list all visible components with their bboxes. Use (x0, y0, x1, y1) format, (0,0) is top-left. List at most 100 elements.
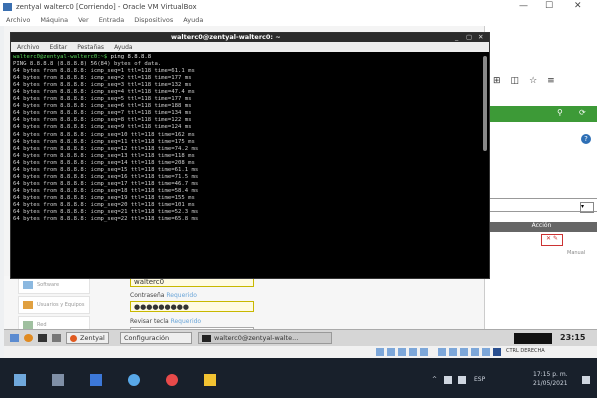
minimize-button[interactable]: — (519, 1, 528, 11)
terminal-menu-pestanas[interactable]: Pestañas (77, 44, 104, 51)
hdd-status-icon (376, 348, 384, 356)
menu-maquina[interactable]: Máquina (40, 16, 68, 24)
network-icon (23, 321, 33, 329)
usb-status-icon (420, 348, 428, 356)
terminal-menu-editar[interactable]: Editar (49, 44, 67, 51)
menu-entrada[interactable]: Entrada (99, 16, 125, 24)
terminal-title-bar: walterc0@zentyal-walterc0: ~ _ ▢ ✕ (11, 33, 489, 42)
terminal-menu-archivo[interactable]: Archivo (17, 44, 39, 51)
row-edit-buttons[interactable]: ✕ ✎ (541, 234, 563, 246)
opera-icon[interactable] (166, 374, 178, 386)
library-icon[interactable]: ⊞ (493, 76, 501, 86)
ping-reply-line: 64 bytes from 8.8.8.8: icmp_seq=20 ttl=1… (13, 201, 195, 208)
ping-reply-line: 64 bytes from 8.8.8.8: icmp_seq=19 ttl=1… (13, 194, 195, 201)
field-dropdown-button[interactable]: ▾ (580, 202, 594, 213)
terminal-prompt: walterc0@zentyal-walterc0:~$ (13, 54, 108, 60)
ping-reply-line: 64 bytes from 8.8.8.8: icmp_seq=10 ttl=1… (13, 131, 195, 138)
zentyal-task-icon (70, 334, 77, 342)
keyboard-capture-icon (493, 348, 501, 356)
task-configuracion[interactable]: Configuración (120, 332, 192, 344)
edge-browser-icon[interactable] (128, 374, 140, 386)
sidebar-item-users[interactable]: Usuarios y Equipos (18, 296, 90, 314)
sidebar-item-label: Usuarios y Equipos (37, 302, 85, 308)
ping-reply-line: 64 bytes from 8.8.8.8: icmp_seq=17 ttl=1… (13, 180, 199, 187)
terminal-minimize-button[interactable]: _ (455, 33, 458, 41)
terminal-menu-ayuda[interactable]: Ayuda (114, 44, 133, 51)
refresh-icon[interactable]: ⟳ (579, 108, 586, 117)
maximize-button[interactable]: ☐ (545, 1, 553, 11)
virtualbox-taskbar-icon[interactable] (204, 374, 216, 386)
window-title: zentyal walterc0 [Corriendo] - Oracle VM… (16, 3, 197, 11)
notifications-icon[interactable] (582, 376, 590, 384)
row-action-label: Manual (567, 250, 586, 256)
zentyal-header-bar: ⚲ ⟳ (485, 106, 597, 122)
virtualbox-icon (3, 3, 12, 11)
virtualbox-title-bar: zentyal walterc0 [Corriendo] - Oracle VM… (0, 0, 597, 14)
virtualbox-menu-bar: Archivo Máquina Ver Entrada Dispositivos… (0, 14, 597, 26)
hamburger-menu-icon[interactable]: ≡ (547, 76, 555, 86)
password-input[interactable]: ●●●●●●●●● (130, 301, 254, 312)
terminal-close-button[interactable]: ✕ (478, 33, 483, 41)
system-date[interactable]: 21/05/2021 (533, 380, 568, 387)
sidebar-item-label: Red (37, 322, 47, 328)
users-icon (23, 301, 33, 309)
tray-network-icon[interactable] (444, 376, 452, 384)
tray-chevron-icon[interactable]: ^ (432, 376, 437, 383)
shared-folder-status-icon (438, 348, 446, 356)
terminal-scrollbar[interactable] (483, 56, 487, 151)
help-icon[interactable]: ? (581, 134, 591, 144)
terminal-maximize-button[interactable]: ▢ (466, 33, 472, 41)
task-terminal[interactable]: walterc0@zentyal-walte... (198, 332, 332, 344)
mail-icon[interactable] (90, 374, 102, 386)
language-indicator[interactable]: ESP (474, 376, 485, 383)
terminal-menu-bar: Archivo Editar Pestañas Ayuda (11, 42, 489, 52)
host-key-label: CTRL DERECHA (506, 348, 545, 354)
recording-status-icon (460, 348, 468, 356)
table-header-accion: Acción (485, 222, 597, 232)
terminal-output[interactable]: walterc0@zentyal-walterc0:~$ ping 8.8.8.… (13, 54, 479, 276)
ping-reply-line: 64 bytes from 8.8.8.8: icmp_seq=3 ttl=11… (13, 82, 192, 89)
system-time[interactable]: 17:15 p. m. (533, 371, 568, 378)
task-view-icon[interactable] (52, 374, 64, 386)
ping-reply-line: 64 bytes from 8.8.8.8: icmp_seq=1 ttl=11… (13, 68, 195, 75)
terminal-launcher-icon[interactable] (38, 334, 47, 342)
ping-reply-line: 64 bytes from 8.8.8.8: icmp_seq=12 ttl=1… (13, 145, 199, 152)
firefox-icon[interactable] (24, 334, 33, 342)
ping-reply-line: 64 bytes from 8.8.8.8: icmp_seq=7 ttl=11… (13, 110, 192, 117)
ping-reply-line: 64 bytes from 8.8.8.8: icmp_seq=18 ttl=1… (13, 187, 199, 194)
menu-dispositivos[interactable]: Dispositivos (134, 16, 173, 24)
menu-ver[interactable]: Ver (78, 16, 89, 24)
start-menu-icon[interactable] (10, 334, 19, 342)
terminal-window[interactable]: walterc0@zentyal-walterc0: ~ _ ▢ ✕ Archi… (10, 32, 490, 279)
guest-taskbar: Zentyal Configuración walterc0@zentyal-w… (4, 329, 597, 347)
ping-reply-line: 64 bytes from 8.8.8.8: icmp_seq=6 ttl=11… (13, 103, 192, 110)
software-icon (23, 281, 33, 289)
close-button[interactable]: ✕ (574, 1, 582, 11)
ping-reply-line: 64 bytes from 8.8.8.8: icmp_seq=21 ttl=1… (13, 209, 199, 216)
search-icon[interactable]: ⚲ (557, 108, 563, 117)
display-status-icon (449, 348, 457, 356)
ping-reply-line: 64 bytes from 8.8.8.8: icmp_seq=16 ttl=1… (13, 173, 199, 180)
optical-status-icon (387, 348, 395, 356)
ping-reply-line: 64 bytes from 8.8.8.8: icmp_seq=14 ttl=1… (13, 159, 195, 166)
menu-archivo[interactable]: Archivo (6, 16, 30, 24)
zentyal-browser-window: ⊞ ◫ ☆ ≡ ⚲ ⟳ ? ▾ Acción ✕ ✎ Manual (484, 26, 597, 346)
ping-reply-line: 64 bytes from 8.8.8.8: icmp_seq=13 ttl=1… (13, 152, 195, 159)
ping-reply-line: 64 bytes from 8.8.8.8: icmp_seq=15 ttl=1… (13, 166, 199, 173)
ping-reply-line: 64 bytes from 8.8.8.8: icmp_seq=22 ttl=1… (13, 216, 199, 223)
files-icon[interactable] (52, 334, 61, 342)
task-zentyal[interactable]: Zentyal (66, 332, 109, 344)
password-label: Contraseña Requerido (130, 292, 197, 299)
ping-header: PING 8.8.8.8 (8.8.8.8) 56(84) bytes of d… (13, 61, 162, 68)
audio-status-icon (398, 348, 406, 356)
menu-ayuda[interactable]: Ayuda (183, 16, 203, 24)
tray-volume-icon[interactable] (458, 376, 466, 384)
windows-start-icon[interactable] (14, 374, 26, 386)
task-label: walterc0@zentyal-walte... (214, 334, 299, 342)
mouse-integration-icon (482, 348, 490, 356)
ping-reply-line: 64 bytes from 8.8.8.8: icmp_seq=2 ttl=11… (13, 75, 192, 82)
bookmark-icon[interactable]: ☆ (529, 76, 537, 86)
ping-reply-line: 64 bytes from 8.8.8.8: icmp_seq=8 ttl=11… (13, 117, 192, 124)
sidebar-icon[interactable]: ◫ (511, 76, 520, 86)
ping-reply-line: 64 bytes from 8.8.8.8: icmp_seq=5 ttl=11… (13, 96, 192, 103)
